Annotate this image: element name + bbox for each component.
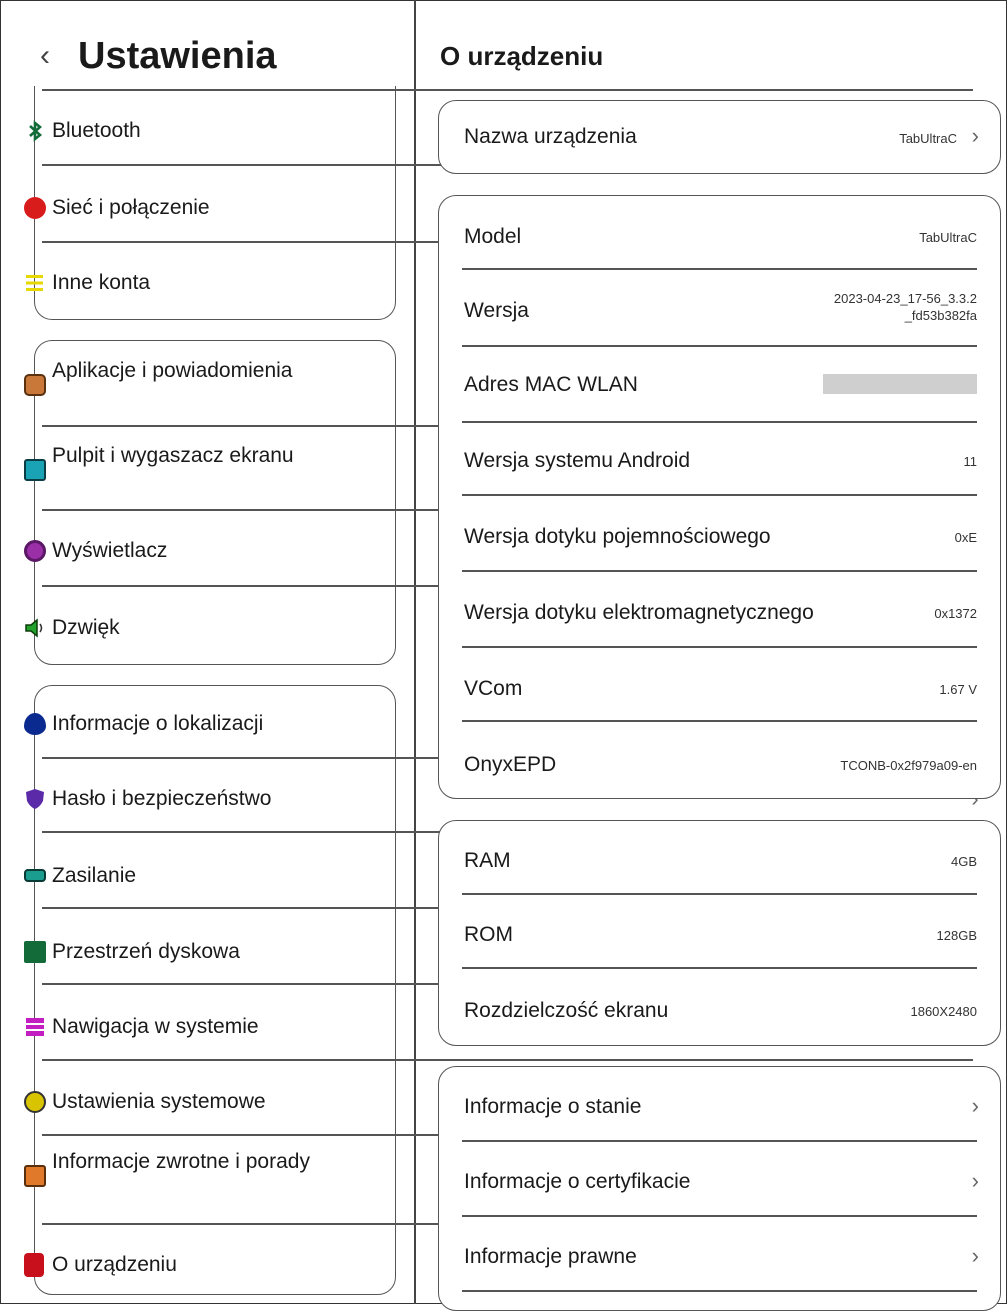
link-label: Informacje o certyfikacie: [464, 1170, 691, 1193]
info-value: 0x1372: [934, 606, 977, 621]
separator: [462, 268, 977, 270]
info-label: VCom: [464, 677, 523, 700]
page-title: Ustawienia: [78, 35, 277, 77]
network-icon: [24, 197, 46, 219]
separator: [462, 345, 977, 347]
info-value: 0xE: [954, 530, 977, 545]
info-label: Model: [464, 225, 522, 248]
hardware-label: ROM: [464, 923, 513, 946]
system-settings-icon: [24, 1091, 46, 1113]
device-icon: [24, 1253, 44, 1277]
location-icon: [24, 713, 46, 735]
hardware-value: 128GB: [936, 928, 977, 943]
separator: [462, 720, 977, 722]
info-value: 11: [963, 454, 978, 469]
link-legal-info[interactable]: Informacje prawne ›: [438, 1243, 1001, 1272]
display-icon: [24, 540, 46, 562]
chevron-right-icon: ›: [971, 1168, 979, 1193]
device-name-value: TabUltraC: [899, 131, 957, 146]
separator: [42, 1059, 973, 1061]
chevron-right-icon: ›: [971, 1243, 979, 1268]
info-row-electromagnetic: Wersja dotyku elektromagnetycznego 0x137…: [438, 600, 1001, 628]
info-row-capacitive: Wersja dotyku pojemnościowego 0xE: [438, 524, 1001, 552]
chevron-right-icon: ›: [971, 1093, 979, 1118]
link-label: Informacje o stanie: [464, 1095, 642, 1118]
separator: [42, 89, 973, 91]
separator: [462, 421, 977, 423]
device-name-row[interactable]: Nazwa urządzenia TabUltraC ›: [438, 123, 1001, 152]
apps-icon: [24, 374, 46, 396]
hardware-row-resolution: Rozdzielczość ekranu 1860X2480: [438, 998, 1001, 1026]
chevron-right-icon: ›: [971, 123, 979, 148]
info-value: TabUltraC: [919, 230, 977, 245]
accounts-icon: [24, 272, 46, 294]
info-label: Wersja dotyku pojemnościowego: [464, 525, 771, 548]
separator: [462, 893, 977, 895]
battery-icon: [24, 869, 46, 882]
info-label: Wersja dotyku elektromagnetycznego: [464, 601, 814, 624]
info-row-mac: Adres MAC WLAN: [438, 372, 1001, 400]
info-row-vcom: VCom 1.67 V: [438, 676, 1001, 704]
feedback-icon: [24, 1165, 46, 1187]
back-icon[interactable]: ‹: [40, 36, 50, 76]
link-label: Informacje prawne: [464, 1245, 637, 1268]
info-label: OnyxEPD: [464, 753, 557, 776]
info-value: 2023-04-23_17-56_3.3.2 _fd53b382fa: [833, 291, 977, 323]
speaker-icon: [24, 617, 46, 639]
redacted-mac-value: [823, 374, 977, 394]
info-label: Adres MAC WLAN: [464, 373, 638, 396]
bluetooth-icon: [24, 120, 46, 142]
hardware-label: RAM: [464, 849, 511, 872]
screensaver-icon: [24, 459, 46, 481]
device-name-label: Nazwa urządzenia: [464, 125, 637, 148]
separator: [462, 1215, 977, 1217]
navigation-icon: [24, 1016, 46, 1038]
info-row-version: Wersja 2023-04-23_17-56_3.3.2 _fd53b382f…: [438, 291, 1001, 326]
separator: [462, 967, 977, 969]
info-row-model: Model TabUltraC: [438, 224, 1001, 252]
info-label: Wersja systemu Android: [464, 449, 691, 472]
link-status-info[interactable]: Informacje o stanie ›: [438, 1093, 1001, 1122]
storage-icon: [24, 941, 46, 963]
separator: [462, 1290, 977, 1292]
info-label: Wersja: [464, 299, 529, 322]
shield-icon: [24, 788, 46, 810]
separator: [462, 1140, 977, 1142]
settings-group-system: [34, 685, 396, 1295]
hardware-row-ram: RAM 4GB: [438, 848, 1001, 876]
link-certificate-info[interactable]: Informacje o certyfikacie ›: [438, 1168, 1001, 1197]
hardware-label: Rozdzielczość ekranu: [464, 999, 669, 1022]
hardware-value: 1860X2480: [910, 1004, 977, 1019]
info-value: TCONB-0x2f979a09-en: [840, 758, 977, 773]
separator: [462, 494, 977, 496]
info-value: 1.67 V: [939, 682, 977, 697]
separator: [462, 570, 977, 572]
device-info-card: [438, 195, 1001, 799]
separator: [462, 646, 977, 648]
info-row-onyxepd: OnyxEPD TCONB-0x2f979a09-en: [438, 752, 1001, 780]
info-row-android: Wersja systemu Android 11: [438, 448, 1001, 476]
hardware-row-rom: ROM 128GB: [438, 922, 1001, 950]
detail-title: O urządzeniu: [440, 41, 604, 71]
hardware-value: 4GB: [950, 854, 977, 869]
